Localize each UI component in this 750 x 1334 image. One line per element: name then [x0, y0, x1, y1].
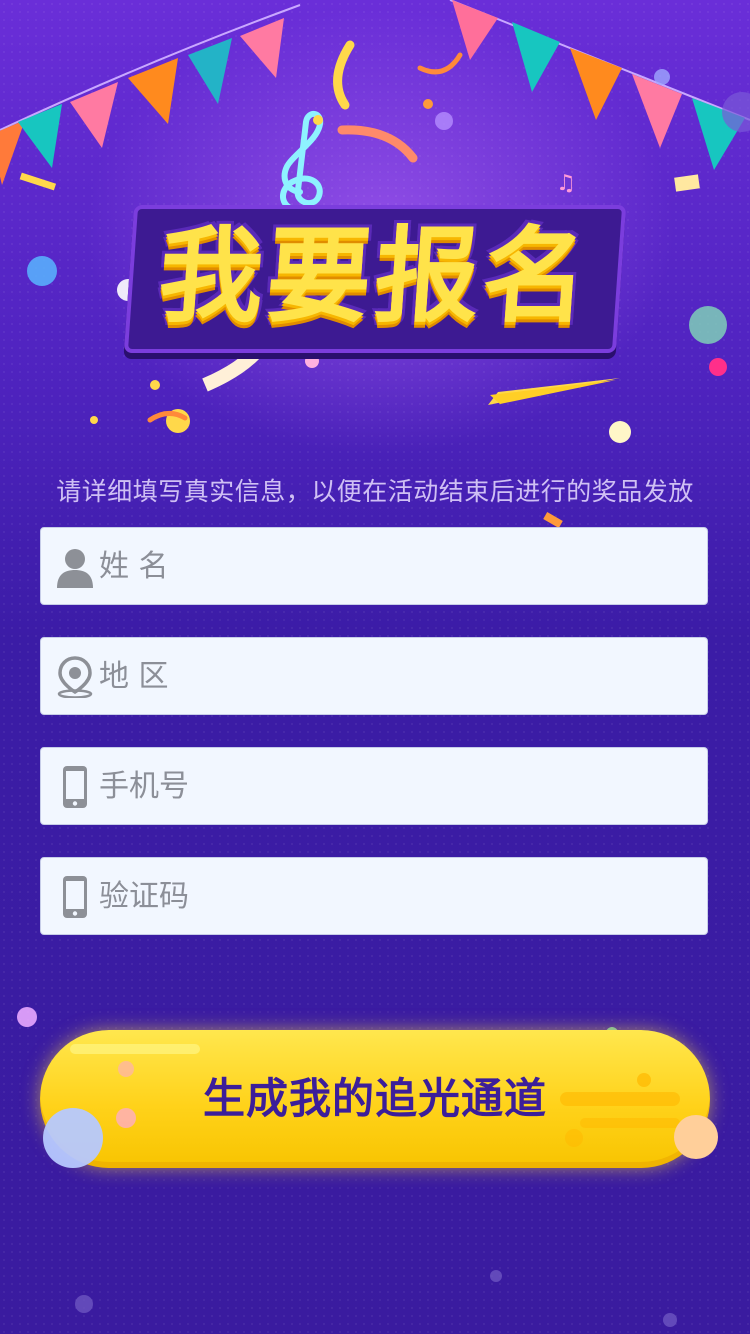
verification-code-field[interactable]: [40, 857, 708, 935]
flag: [0, 120, 25, 185]
phone-icon: [63, 876, 87, 918]
music-note-icon: [280, 111, 324, 213]
svg-text:♫: ♫: [556, 171, 576, 196]
region-field[interactable]: [40, 637, 708, 715]
phone-input[interactable]: [93, 748, 683, 824]
registration-page: ♫ 我要报名 请详细填写真实信息，以便在活动结束后进行的奖品发放 姓 名 地 区…: [0, 0, 750, 1334]
generate-channel-button-label: 生成我的追光通道: [202, 1074, 547, 1123]
hero-title-text: 我要报名: [154, 215, 596, 337]
name-input[interactable]: [93, 528, 683, 604]
verification-code-input[interactable]: [93, 858, 683, 934]
hero-title-plate: 我要报名: [123, 205, 627, 353]
name-field[interactable]: [40, 527, 708, 605]
region-input[interactable]: [93, 638, 683, 714]
phone-field[interactable]: [40, 747, 708, 825]
phone-icon: [63, 766, 87, 808]
location-pin-icon: [57, 656, 93, 698]
user-icon: [57, 549, 93, 588]
hero-title: 我要报名: [0, 205, 750, 353]
instruction-text: 请详细填写真实信息，以便在活动结束后进行的奖品发放: [56, 477, 694, 506]
bunting-flags-decoration: [0, 0, 750, 185]
generate-channel-button[interactable]: 生成我的追光通道: [40, 1030, 710, 1168]
